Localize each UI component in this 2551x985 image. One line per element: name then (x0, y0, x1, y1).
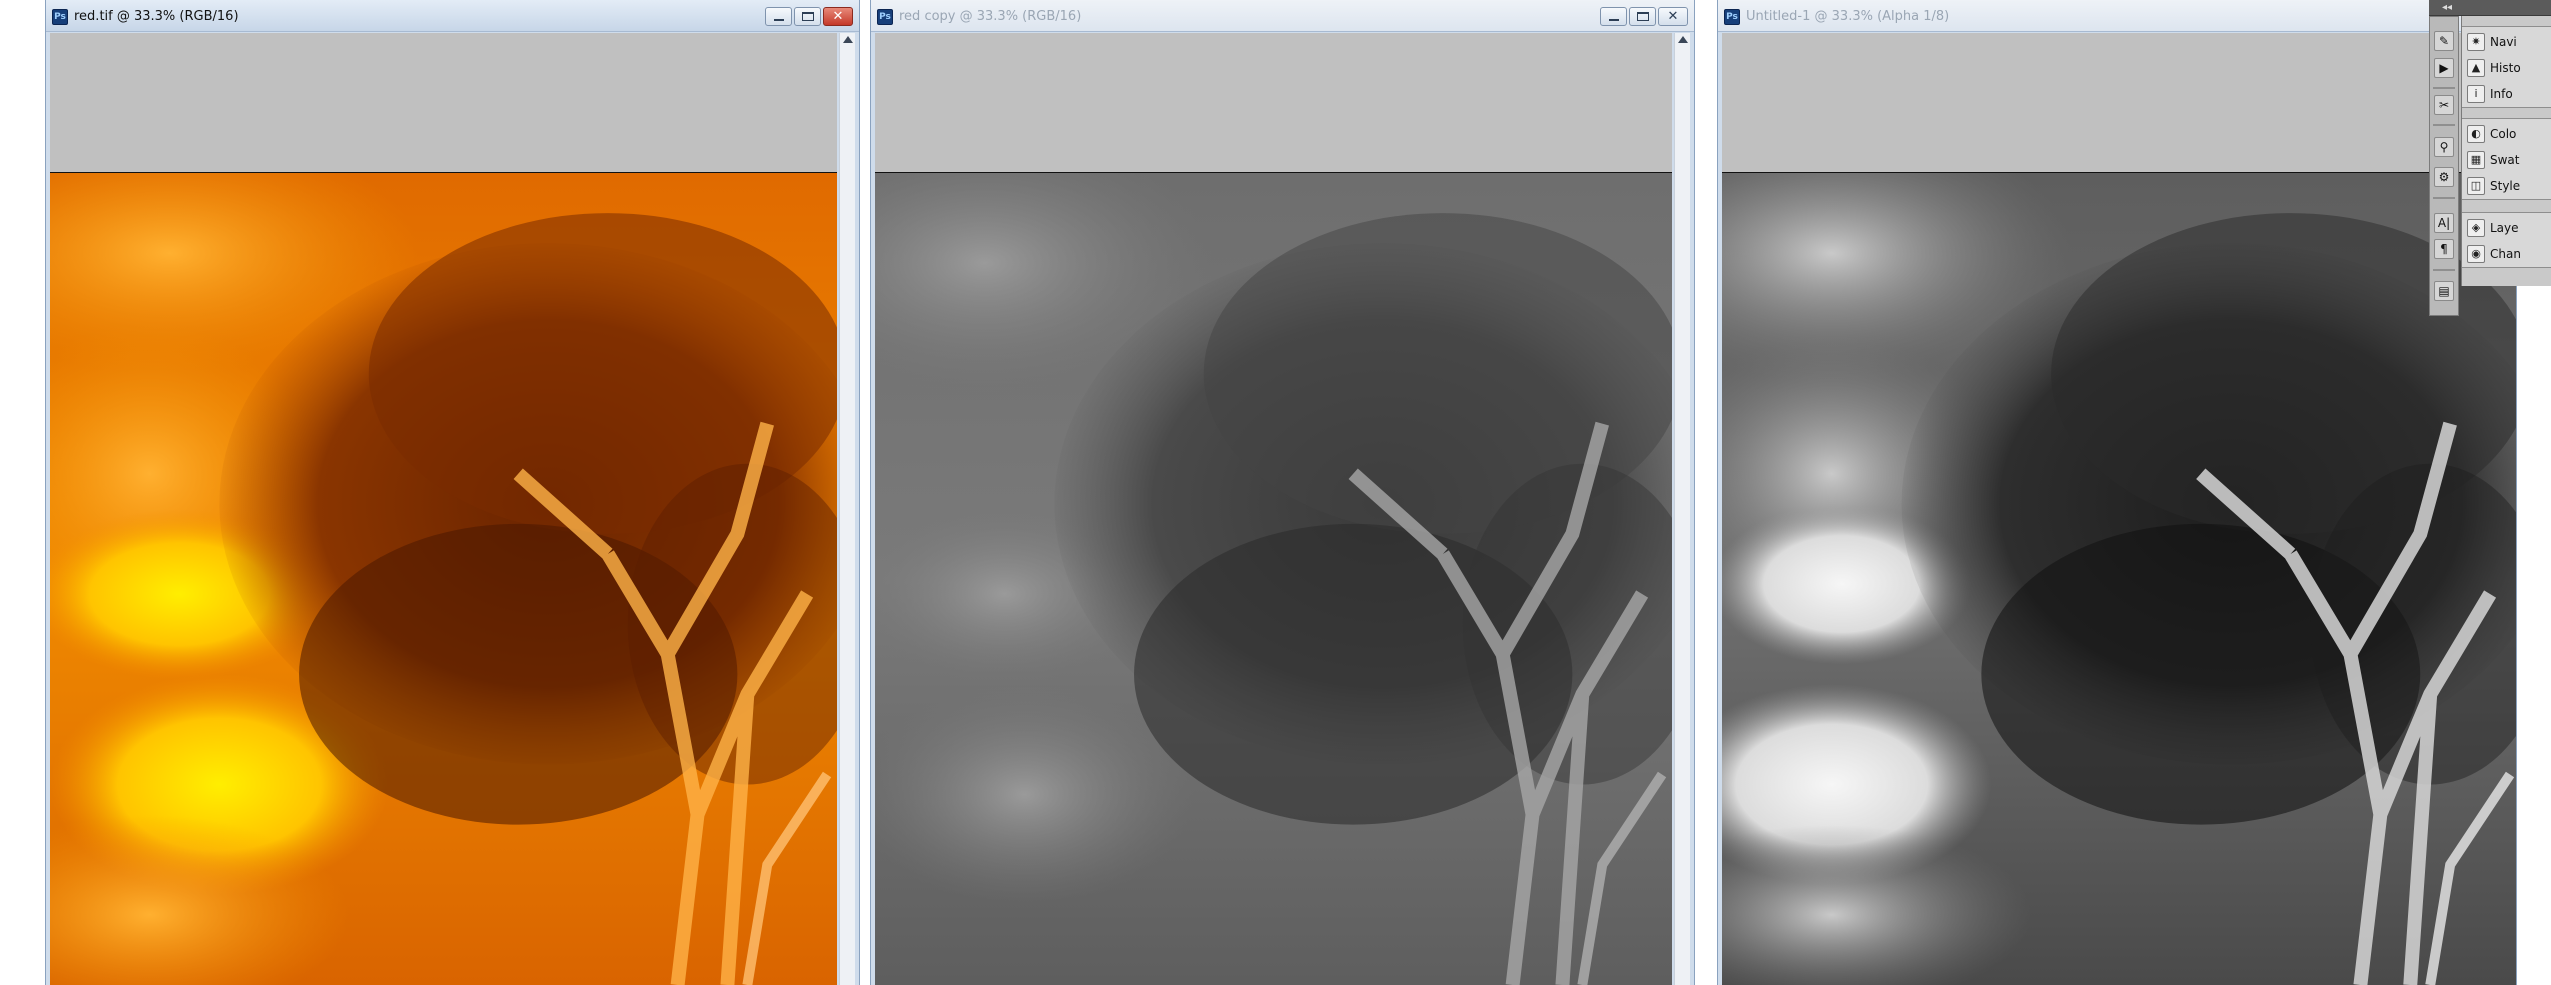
orange-tree-image (50, 173, 837, 985)
close-button[interactable]: ✕ (1658, 7, 1688, 26)
layers-icon: ◈ (2467, 219, 2485, 237)
panel-group-navigator: ✷ Navi ▲ Histo i Info (2462, 26, 2551, 108)
alpha-tree-image (1722, 173, 2516, 985)
clone-source-icon[interactable]: ⚲ (2434, 137, 2454, 157)
panel-label: Colo (2490, 127, 2517, 141)
title-bar[interactable]: Ps red.tif @ 33.3% (RGB/16) ✕ (46, 0, 859, 32)
close-icon: ✕ (1667, 9, 1679, 24)
panel-group-color: ◐ Colo ▦ Swat ◫ Style (2462, 118, 2551, 200)
minimize-button[interactable] (765, 7, 792, 26)
panel-info[interactable]: i Info (2462, 81, 2551, 107)
info-icon: i (2467, 85, 2485, 103)
styles-icon: ◫ (2467, 177, 2485, 195)
panel-label: Swat (2490, 153, 2520, 167)
panel-color[interactable]: ◐ Colo (2462, 121, 2551, 147)
brush-preset-icon[interactable]: ✎ (2434, 31, 2454, 51)
panel-column: ✷ Navi ▲ Histo i Info ◐ Colo ▦ Swat ◫ St… (2461, 16, 2551, 286)
title-bar[interactable]: Ps red copy @ 33.3% (RGB/16) ✕ (871, 0, 1694, 32)
strip-divider (2433, 197, 2455, 199)
panel-label: Chan (2490, 247, 2521, 261)
panel-label: Laye (2490, 221, 2519, 235)
panel-label: Histo (2490, 61, 2521, 75)
tool-presets-icon[interactable]: ⚙ (2434, 167, 2454, 187)
tool-panel-strip: ✎ ▶ ✂ ⚲ ⚙ A| ¶ ▤ (2429, 16, 2459, 316)
panel-layers[interactable]: ◈ Laye (2462, 215, 2551, 241)
photoshop-app-icon: Ps (52, 9, 68, 25)
minimize-icon (774, 19, 784, 21)
panel-label: Style (2490, 179, 2521, 193)
photoshop-app-icon: Ps (877, 9, 893, 25)
swatches-icon: ▦ (2467, 151, 2485, 169)
maximize-icon (802, 12, 814, 21)
panel-group-layers: ◈ Laye ◉ Chan (2462, 212, 2551, 268)
panel-label: Info (2490, 87, 2513, 101)
image-gray-tree[interactable] (875, 172, 1672, 985)
scroll-up-icon[interactable] (1678, 36, 1688, 43)
photoshop-app-icon: Ps (1724, 9, 1740, 25)
strip-divider (2433, 269, 2455, 271)
collapse-panels-icon[interactable]: ◂◂ (2429, 0, 2465, 16)
close-icon: ✕ (832, 9, 844, 24)
maximize-icon (1637, 12, 1649, 21)
canvas-area[interactable] (50, 33, 837, 985)
strip-divider (2433, 87, 2455, 89)
color-icon: ◐ (2467, 125, 2485, 143)
minimize-button[interactable] (1600, 7, 1627, 26)
document-window-untitled-1[interactable]: Ps Untitled-1 @ 33.3% (Alpha 1/8) (1717, 0, 2517, 985)
actions-icon[interactable]: ▶ (2434, 58, 2454, 78)
desktop: Ps red.tif @ 33.3% (RGB/16) ✕ Ps red cop… (0, 0, 2551, 985)
maximize-button[interactable] (794, 7, 821, 26)
navigator-icon: ✷ (2467, 33, 2485, 51)
close-button[interactable]: ✕ (823, 7, 853, 26)
window-title: Untitled-1 @ 33.3% (Alpha 1/8) (1746, 9, 1950, 24)
panel-label: Navi (2490, 35, 2517, 49)
panel-navigator[interactable]: ✷ Navi (2462, 29, 2551, 55)
panel-dock: ◂◂ ✎ ▶ ✂ ⚲ ⚙ A| ¶ ▤ ✷ Navi ▲ Histo i Inf… (2425, 0, 2551, 320)
dock-header[interactable]: ◂◂ (2429, 0, 2551, 16)
minimize-icon (1609, 19, 1619, 21)
channels-icon: ◉ (2467, 245, 2485, 263)
paragraph-icon[interactable]: ¶ (2434, 239, 2454, 259)
vertical-scrollbar[interactable] (839, 33, 855, 985)
strip-divider (2433, 124, 2455, 126)
panel-channels[interactable]: ◉ Chan (2462, 241, 2551, 267)
panel-swatches[interactable]: ▦ Swat (2462, 147, 2551, 173)
gray-tree-image (875, 173, 1672, 985)
canvas-area[interactable] (875, 33, 1672, 985)
image-orange-tree[interactable] (50, 172, 837, 985)
document-window-red[interactable]: Ps red.tif @ 33.3% (RGB/16) ✕ (45, 0, 860, 985)
histogram-icon: ▲ (2467, 59, 2485, 77)
maximize-button[interactable] (1629, 7, 1656, 26)
window-title: red.tif @ 33.3% (RGB/16) (74, 9, 239, 24)
panel-styles[interactable]: ◫ Style (2462, 173, 2551, 199)
notes-icon[interactable]: ▤ (2434, 281, 2454, 301)
vertical-scrollbar[interactable] (1674, 33, 1690, 985)
image-alpha-tree[interactable] (1722, 172, 2516, 985)
panel-histogram[interactable]: ▲ Histo (2462, 55, 2551, 81)
character-icon[interactable]: A| (2434, 213, 2454, 233)
title-bar[interactable]: Ps Untitled-1 @ 33.3% (Alpha 1/8) (1718, 0, 2516, 32)
tools-icon[interactable]: ✂ (2434, 95, 2454, 115)
canvas-area[interactable] (1722, 33, 2516, 985)
scroll-up-icon[interactable] (843, 36, 853, 43)
document-window-red-copy[interactable]: Ps red copy @ 33.3% (RGB/16) ✕ (870, 0, 1695, 985)
window-title: red copy @ 33.3% (RGB/16) (899, 9, 1082, 24)
